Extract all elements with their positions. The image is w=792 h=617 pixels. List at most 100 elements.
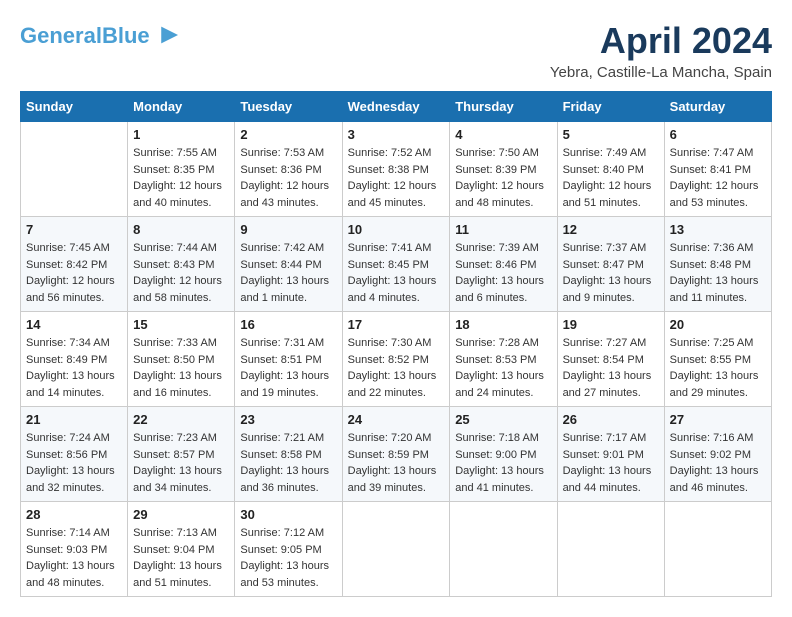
calendar-cell xyxy=(21,122,128,217)
week-row-2: 7Sunrise: 7:45 AMSunset: 8:42 PMDaylight… xyxy=(21,217,772,312)
calendar-cell: 23Sunrise: 7:21 AMSunset: 8:58 PMDayligh… xyxy=(235,407,342,502)
sunrise: Sunrise: 7:27 AM xyxy=(563,335,659,352)
day-info: Sunrise: 7:34 AMSunset: 8:49 PMDaylight:… xyxy=(26,335,122,401)
sunset: Sunset: 8:47 PM xyxy=(563,257,659,274)
sunset: Sunset: 9:05 PM xyxy=(240,542,336,559)
sunset: Sunset: 9:02 PM xyxy=(670,447,766,464)
daylight: Daylight: 12 hours and 51 minutes. xyxy=(563,178,659,211)
sunrise: Sunrise: 7:25 AM xyxy=(670,335,766,352)
calendar-cell: 13Sunrise: 7:36 AMSunset: 8:48 PMDayligh… xyxy=(664,217,771,312)
sunrise: Sunrise: 7:33 AM xyxy=(133,335,229,352)
daylight: Daylight: 13 hours and 41 minutes. xyxy=(455,463,551,496)
calendar-cell: 10 Sunrise: 7:41 AMSunset: 8:45 PMDayligh… xyxy=(342,217,450,312)
sunrise: Sunrise: 7:21 AM xyxy=(240,430,336,447)
sunrise: Sunrise: 7:55 AM xyxy=(133,145,229,162)
calendar-cell xyxy=(342,502,450,597)
sunset: Sunset: 8:55 PM xyxy=(670,352,766,369)
calendar-cell: 4Sunrise: 7:50 AMSunset: 8:39 PMDaylight… xyxy=(450,122,557,217)
sunset: Sunset: 9:01 PM xyxy=(563,447,659,464)
day-number: 26 xyxy=(563,412,659,427)
sunrise: Sunrise: 7:34 AM xyxy=(26,335,122,352)
sunrise: Sunrise: 7:18 AM xyxy=(455,430,551,447)
calendar-cell: 21Sunrise: 7:24 AMSunset: 8:56 PMDayligh… xyxy=(21,407,128,502)
sunset: Sunset: 8:51 PM xyxy=(240,352,336,369)
day-info: Sunrise: 7:14 AMSunset: 9:03 PMDaylight:… xyxy=(26,525,122,591)
day-number: 11 xyxy=(455,222,551,237)
day-number: 29 xyxy=(133,507,229,522)
daylight: Daylight: 12 hours and 43 minutes. xyxy=(240,178,336,211)
day-info: Sunrise: 7:41 AMSunset: 8:45 PMDaylight:… xyxy=(348,240,445,306)
daylight: Daylight: 13 hours and 1 minute. xyxy=(240,273,336,306)
sunset: Sunset: 8:42 PM xyxy=(26,257,122,274)
daylight: Daylight: 13 hours and 32 minutes. xyxy=(26,463,122,496)
day-number: 27 xyxy=(670,412,766,427)
calendar-cell: 30Sunrise: 7:12 AMSunset: 9:05 PMDayligh… xyxy=(235,502,342,597)
calendar-cell: 15Sunrise: 7:33 AMSunset: 8:50 PMDayligh… xyxy=(128,312,235,407)
daylight: Daylight: 12 hours and 45 minutes. xyxy=(348,178,445,211)
calendar-cell: 20Sunrise: 7:25 AMSunset: 8:55 PMDayligh… xyxy=(664,312,771,407)
calendar-cell: 27Sunrise: 7:16 AMSunset: 9:02 PMDayligh… xyxy=(664,407,771,502)
sunset: Sunset: 8:46 PM xyxy=(455,257,551,274)
day-number: 14 xyxy=(26,317,122,332)
day-info: Sunrise: 7:47 AMSunset: 8:41 PMDaylight:… xyxy=(670,145,766,211)
day-info: Sunrise: 7:25 AMSunset: 8:55 PMDaylight:… xyxy=(670,335,766,401)
sunrise: Sunrise: 7:47 AM xyxy=(670,145,766,162)
daylight: Daylight: 13 hours and 11 minutes. xyxy=(670,273,766,306)
header-day-friday: Friday xyxy=(557,92,664,122)
day-info: Sunrise: 7:20 AMSunset: 8:59 PMDaylight:… xyxy=(348,430,445,496)
sunrise: Sunrise: 7:14 AM xyxy=(26,525,122,542)
calendar-cell xyxy=(664,502,771,597)
day-info: Sunrise: 7:28 AMSunset: 8:53 PMDaylight:… xyxy=(455,335,551,401)
calendar-cell: 26 Sunrise: 7:17 AMSunset: 9:01 PMDayligh… xyxy=(557,407,664,502)
header-day-saturday: Saturday xyxy=(664,92,771,122)
day-info: Sunrise: 7:53 AMSunset: 8:36 PMDaylight:… xyxy=(240,145,336,211)
calendar-cell: 5Sunrise: 7:49 AMSunset: 8:40 PMDaylight… xyxy=(557,122,664,217)
sunrise: Sunrise: 7:31 AM xyxy=(240,335,336,352)
day-number: 18 xyxy=(455,317,551,332)
sunrise: Sunrise: 7:16 AM xyxy=(670,430,766,447)
daylight: Daylight: 13 hours and 22 minutes. xyxy=(348,368,445,401)
day-number: 17 xyxy=(348,317,445,332)
calendar-cell xyxy=(450,502,557,597)
calendar-cell: 24 Sunrise: 7:20 AMSunset: 8:59 PMDayligh… xyxy=(342,407,450,502)
sunrise: Sunrise: 7:28 AM xyxy=(455,335,551,352)
day-info: Sunrise: 7:49 AMSunset: 8:40 PMDaylight:… xyxy=(563,145,659,211)
calendar-table: SundayMondayTuesdayWednesdayThursdayFrid… xyxy=(20,91,772,597)
daylight: Daylight: 13 hours and 34 minutes. xyxy=(133,463,229,496)
daylight: Daylight: 13 hours and 24 minutes. xyxy=(455,368,551,401)
calendar-cell: 14 Sunrise: 7:34 AMSunset: 8:49 PMDayligh… xyxy=(21,312,128,407)
sunrise: Sunrise: 7:13 AM xyxy=(133,525,229,542)
week-row-5: 28Sunrise: 7:14 AMSunset: 9:03 PMDayligh… xyxy=(21,502,772,597)
daylight: Daylight: 13 hours and 14 minutes. xyxy=(26,368,122,401)
calendar-cell: 17Sunrise: 7:30 AMSunset: 8:52 PMDayligh… xyxy=(342,312,450,407)
daylight: Daylight: 12 hours and 48 minutes. xyxy=(455,178,551,211)
week-row-1: 1Sunrise: 7:55 AMSunset: 8:35 PMDaylight… xyxy=(21,122,772,217)
day-info: Sunrise: 7:52 AMSunset: 8:38 PMDaylight:… xyxy=(348,145,445,211)
day-number: 24 xyxy=(348,412,445,427)
sunrise: Sunrise: 7:17 AM xyxy=(563,430,659,447)
daylight: Daylight: 13 hours and 44 minutes. xyxy=(563,463,659,496)
daylight: Daylight: 13 hours and 4 minutes. xyxy=(348,273,445,306)
day-number: 10 xyxy=(348,222,445,237)
calendar-cell: 8Sunrise: 7:44 AMSunset: 8:43 PMDaylight… xyxy=(128,217,235,312)
calendar-cell: 7Sunrise: 7:45 AMSunset: 8:42 PMDaylight… xyxy=(21,217,128,312)
day-number: 3 xyxy=(348,127,445,142)
day-info: Sunrise: 7:42 AMSunset: 8:44 PMDaylight:… xyxy=(240,240,336,306)
calendar-cell xyxy=(557,502,664,597)
calendar-cell: 3 Sunrise: 7:52 AMSunset: 8:38 PMDaylight… xyxy=(342,122,450,217)
day-info: Sunrise: 7:27 AMSunset: 8:54 PMDaylight:… xyxy=(563,335,659,401)
day-number: 23 xyxy=(240,412,336,427)
day-info: Sunrise: 7:37 AMSunset: 8:47 PMDaylight:… xyxy=(563,240,659,306)
sunrise: Sunrise: 7:44 AM xyxy=(133,240,229,257)
header-day-sunday: Sunday xyxy=(21,92,128,122)
day-number: 21 xyxy=(26,412,122,427)
day-info: Sunrise: 7:44 AMSunset: 8:43 PMDaylight:… xyxy=(133,240,229,306)
calendar-cell: 19Sunrise: 7:27 AMSunset: 8:54 PMDayligh… xyxy=(557,312,664,407)
daylight: Daylight: 12 hours and 53 minutes. xyxy=(670,178,766,211)
calendar-cell: 9Sunrise: 7:42 AMSunset: 8:44 PMDaylight… xyxy=(235,217,342,312)
day-info: Sunrise: 7:17 AMSunset: 9:01 PMDaylight:… xyxy=(563,430,659,496)
day-info: Sunrise: 7:45 AMSunset: 8:42 PMDaylight:… xyxy=(26,240,122,306)
sunset: Sunset: 8:52 PM xyxy=(348,352,445,369)
daylight: Daylight: 13 hours and 19 minutes. xyxy=(240,368,336,401)
sunrise: Sunrise: 7:45 AM xyxy=(26,240,122,257)
